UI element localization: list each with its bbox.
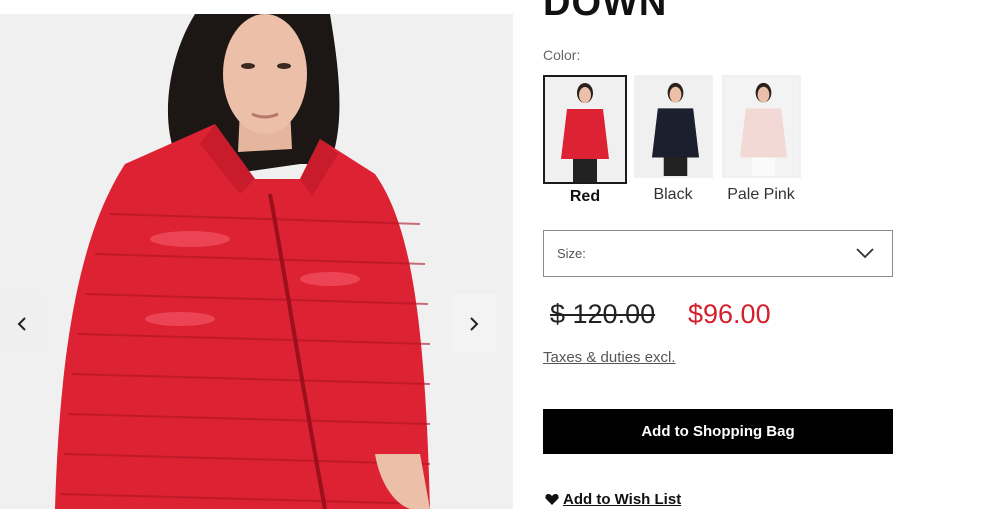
swatch-pale-pink-image xyxy=(721,75,801,178)
swatch-red-image xyxy=(543,75,627,184)
color-label: Color: xyxy=(543,47,581,63)
product-title: DOWN xyxy=(543,0,668,24)
chevron-down-icon xyxy=(856,248,874,259)
size-label: Size: xyxy=(557,246,586,261)
swatch-black-label: Black xyxy=(653,186,693,203)
color-swatches: Red Black Pale Pink xyxy=(543,75,807,206)
swatch-red-label: Red xyxy=(569,188,601,205)
wish-list-label: Add to Wish List xyxy=(563,491,682,508)
swatch-black[interactable]: Black xyxy=(631,75,715,206)
chevron-right-icon xyxy=(470,316,479,331)
product-photo xyxy=(0,14,513,509)
taxes-duties-link[interactable]: Taxes & duties excl. xyxy=(543,349,676,366)
swatch-pale-pink-label: Pale Pink xyxy=(727,186,795,203)
swatch-black-image xyxy=(633,75,713,178)
swatch-red[interactable]: Red xyxy=(543,75,627,206)
size-dropdown[interactable]: Size: xyxy=(543,230,893,277)
heart-icon xyxy=(545,493,559,505)
add-to-wish-list-link[interactable]: Add to Wish List xyxy=(545,491,681,508)
original-price: $ 120.00 xyxy=(550,299,656,329)
swatch-pale-pink[interactable]: Pale Pink xyxy=(719,75,803,206)
product-gallery xyxy=(0,14,513,509)
add-to-bag-button[interactable]: Add to Shopping Bag xyxy=(543,409,893,454)
sale-price: $96.00 xyxy=(688,299,771,329)
gallery-next-button[interactable] xyxy=(452,294,496,353)
gallery-prev-button[interactable] xyxy=(0,294,44,353)
chevron-left-icon xyxy=(17,316,26,331)
